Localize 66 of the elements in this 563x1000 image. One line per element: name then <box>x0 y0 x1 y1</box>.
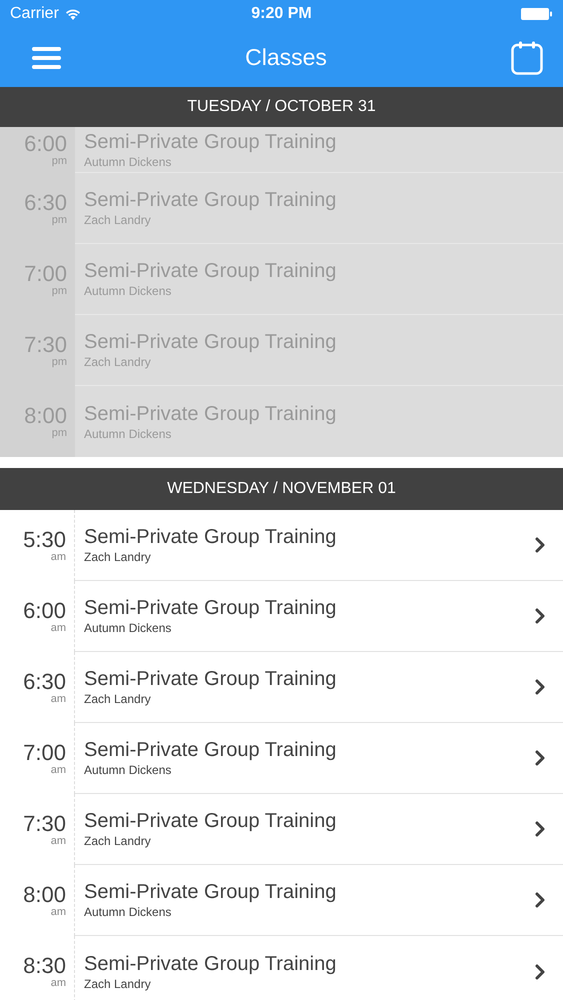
class-time: 6:00 <box>23 600 66 622</box>
class-time: 8:00 <box>23 884 66 906</box>
class-title: Semi-Private Group Training <box>84 331 338 354</box>
time-period: am <box>50 834 66 846</box>
instructor-name: Autumn Dickens <box>84 426 172 440</box>
menu-button[interactable] <box>32 46 61 68</box>
time-period: am <box>50 622 66 634</box>
instructor-name: Autumn Dickens <box>84 763 172 777</box>
class-time: 7:00 <box>23 742 66 764</box>
time-period: pm <box>52 214 67 226</box>
class-time: 6:00 <box>24 133 67 155</box>
instructor-name: Zach Landry <box>84 692 152 706</box>
class-title: Semi-Private Group Training <box>84 189 338 212</box>
section-header: TUESDAY / OCTOBER 31 <box>0 87 563 127</box>
chevron-icon <box>535 821 545 837</box>
section-header: WEDNESDAY / NOVEMBER 01 <box>0 468 563 510</box>
time-period: am <box>50 550 66 562</box>
time-period: pm <box>52 284 67 296</box>
instructor-name: Zach Landry <box>84 550 152 564</box>
instructor-name: Autumn Dickens <box>84 154 172 168</box>
class-title: Semi-Private Group Training <box>84 260 338 283</box>
chevron-icon <box>535 892 545 908</box>
chevron-icon <box>535 964 545 980</box>
class-title[interactable]: Semi-Private Group Training <box>84 597 535 620</box>
class-time: 6:30 <box>24 192 67 214</box>
instructor-name: Zach Landry <box>84 355 152 369</box>
class-time: 7:00 <box>24 262 67 284</box>
class-time: 7:30 <box>23 812 66 834</box>
carrier-name: Carrier <box>10 5 59 23</box>
chevron-icon <box>535 750 545 766</box>
instructor-name: Zach Landry <box>84 976 152 990</box>
nav-title: Classes <box>245 44 327 71</box>
time-period: am <box>50 906 66 918</box>
time-period: pm <box>52 426 67 438</box>
menu-icon <box>32 46 61 68</box>
time-period: am <box>50 976 66 988</box>
class-time: 8:00 <box>24 404 67 426</box>
class-time: 6:30 <box>23 670 66 692</box>
chevron-icon <box>535 537 545 553</box>
class-title[interactable]: Semi-Private Group Training <box>84 952 535 976</box>
instructor-name: Zach Landry <box>84 213 152 227</box>
status-time: 9:20 PM <box>251 5 312 23</box>
class-time: 8:30 <box>23 954 66 976</box>
class-title[interactable]: Semi-Private Group Training <box>84 881 535 904</box>
instructor-name: Autumn Dickens <box>84 284 172 298</box>
class-time: 7:30 <box>24 334 67 356</box>
time-period: pm <box>52 356 67 368</box>
class-title: Semi-Private Group Training <box>84 130 338 154</box>
time-period: am <box>50 764 66 776</box>
instructor-name: Autumn Dickens <box>84 905 172 919</box>
chevron-icon <box>535 608 545 624</box>
calendar-button[interactable] <box>511 40 543 74</box>
class-time: 5:30 <box>23 528 66 550</box>
class-title[interactable]: Semi-Private Group Training <box>84 739 535 762</box>
calendar-icon <box>511 40 543 74</box>
chevron-icon <box>535 679 545 695</box>
class-title[interactable]: Semi-Private Group Training <box>84 810 535 833</box>
wifi-icon <box>64 8 81 20</box>
time-period: pm <box>52 155 67 167</box>
instructor-name: Autumn Dickens <box>84 621 172 635</box>
battery-icon <box>521 7 553 21</box>
class-title[interactable]: Semi-Private Group Training <box>84 526 535 549</box>
time-period: am <box>50 692 66 704</box>
class-title[interactable]: Semi-Private Group Training <box>84 668 535 691</box>
class-title: Semi-Private Group Training <box>84 402 338 426</box>
instructor-name: Zach Landry <box>84 834 152 848</box>
